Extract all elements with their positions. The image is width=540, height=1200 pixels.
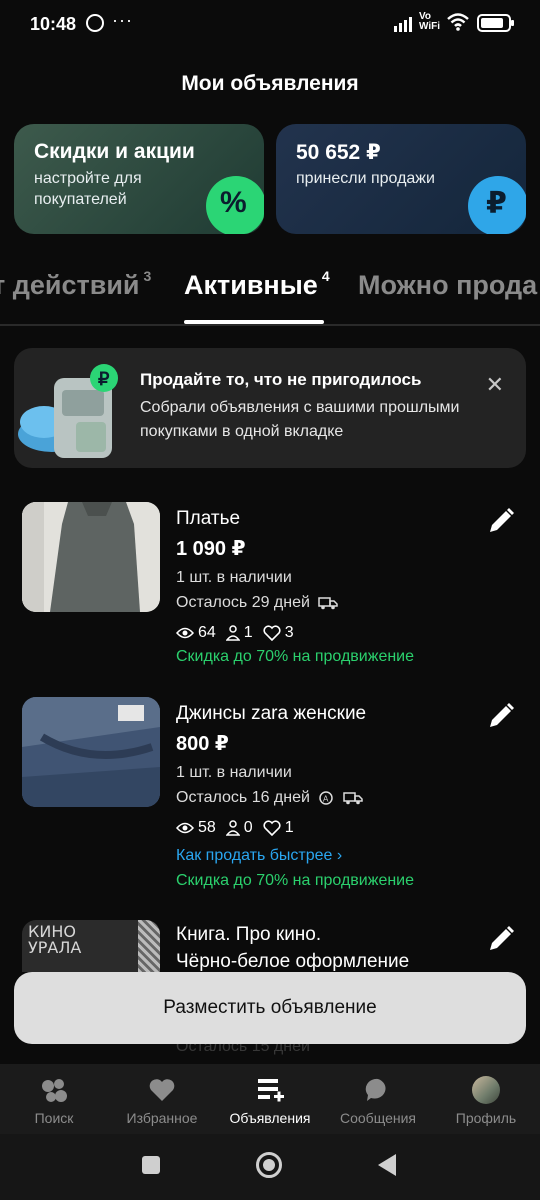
tab-count: 3: [143, 268, 152, 284]
sales-total: 50 652 ₽: [296, 141, 381, 164]
discounts-card-subtitle: настройте для покупателей: [34, 170, 142, 208]
sales-card-subtitle: принесли продажи: [296, 170, 435, 187]
recent-apps-icon[interactable]: [142, 1156, 160, 1174]
listing-stock: 1 шт. в наличии: [176, 764, 292, 781]
eye-icon: [176, 822, 194, 834]
views-count: 64: [198, 624, 216, 641]
listing-stats: 64 1 3: [176, 624, 294, 642]
listing-photo[interactable]: [22, 502, 160, 612]
home-icon[interactable]: [256, 1152, 282, 1178]
eye-icon: [176, 627, 194, 639]
listing-price: 800 ₽: [176, 733, 229, 755]
listing-photo[interactable]: КИНО УРАЛА: [22, 920, 160, 972]
listing-price: 1 090 ₽: [176, 538, 246, 560]
person-icon: [225, 625, 240, 641]
battery-icon: [477, 14, 514, 32]
views-count: 58: [198, 819, 216, 836]
tab-awaiting-action[interactable]: т действий 3: [0, 268, 152, 301]
tab-can-sell[interactable]: Можно прода: [358, 270, 537, 301]
banner-text: Собрали объявления с вашими прошлыми пок…: [140, 399, 460, 440]
percent-icon: %: [206, 176, 264, 234]
listing-time-left: Осталось 29 дней: [176, 594, 339, 612]
contacts-count: 0: [243, 819, 253, 836]
backpack-illustration: ₽: [18, 364, 118, 458]
signal-icon: [394, 17, 412, 32]
discounts-card-title: Скидки и акции: [34, 140, 195, 163]
pencil-icon[interactable]: [486, 924, 516, 954]
promotion-discount-link[interactable]: Скидка до 70% на продвижение: [176, 648, 414, 666]
nav-favorites[interactable]: Избранное: [108, 1064, 216, 1134]
bottom-navigation: Поиск Избранное Объявления Сообщения Про…: [0, 1064, 540, 1134]
nav-listings[interactable]: Объявления: [216, 1064, 324, 1134]
sell-unused-banner[interactable]: ₽ Продайте то, что не пригодилось Собрал…: [14, 348, 526, 468]
tab-count: 4: [321, 268, 330, 284]
sell-faster-link[interactable]: Как продать быстрее ›: [176, 847, 342, 865]
status-bar: 10:48 ··· Vo WiFi: [0, 0, 540, 50]
heart-icon: [263, 820, 281, 836]
pencil-icon[interactable]: [486, 506, 516, 536]
listing-stock: 1 шт. в наличии: [176, 569, 292, 586]
sales-card[interactable]: 50 652 ₽ принесли продажи ₽: [276, 124, 526, 234]
listing-tabs: т действий 3 Активные 4 Можно прода: [0, 262, 540, 326]
heart-icon: [149, 1079, 175, 1101]
ruble-icon: ₽: [468, 176, 526, 234]
chevron-right-icon: ›: [336, 847, 343, 864]
delivery-icon: [318, 597, 339, 610]
clock: 10:48: [30, 14, 77, 34]
page-title: Мои объявления: [181, 72, 359, 95]
heart-icon: [263, 625, 281, 641]
contacts-count: 1: [243, 624, 253, 641]
discounts-card[interactable]: Скидки и акции настройте для покупателей…: [14, 124, 264, 234]
search-icon: [42, 1079, 67, 1102]
nav-profile[interactable]: Профиль: [432, 1064, 540, 1134]
tab-active[interactable]: Активные 4: [184, 268, 330, 301]
promotion-discount-link[interactable]: Скидка до 70% на продвижение: [176, 872, 414, 890]
book-cover-text: КИНО УРАЛА: [28, 922, 82, 957]
listing-title: Книга. Про кино.: [176, 924, 322, 945]
svg-text:₽: ₽: [98, 369, 110, 389]
close-icon[interactable]: ✕: [486, 372, 504, 398]
pencil-icon[interactable]: [486, 701, 516, 731]
whatsapp-icon: [86, 14, 104, 32]
post-listing-button[interactable]: Разместить объявление: [14, 972, 526, 1044]
listing-title: Джинсы zara женские: [176, 703, 367, 724]
listing-time-left: Осталось 16 дней A: [176, 789, 363, 807]
nav-search[interactable]: Поиск: [0, 1064, 108, 1134]
nav-messages[interactable]: Сообщения: [324, 1064, 432, 1134]
person-icon: [225, 820, 240, 836]
listing-stats: 58 0 1: [176, 819, 294, 837]
listing-title: Платье: [176, 508, 241, 529]
active-tab-indicator: [184, 320, 324, 324]
listing-photo[interactable]: [22, 697, 160, 807]
back-icon[interactable]: [378, 1154, 396, 1176]
svg-text:A: A: [323, 794, 329, 803]
avatar: [472, 1076, 500, 1104]
system-navigation-bar: [0, 1134, 540, 1200]
autorenew-icon: A: [319, 791, 334, 805]
vowifi-label: Vo WiFi: [419, 11, 441, 32]
banner-title: Продайте то, что не пригодилось: [140, 370, 422, 389]
listing-subtitle: Чёрно-белое оформление: [176, 951, 410, 972]
listings-icon: [258, 1079, 284, 1102]
delivery-icon: [343, 792, 363, 805]
more-notifications-icon: ···: [112, 10, 133, 30]
favorites-count: 3: [284, 624, 294, 641]
wifi-icon: [447, 13, 469, 31]
favorites-count: 1: [284, 819, 294, 836]
chat-icon: [365, 1078, 386, 1101]
